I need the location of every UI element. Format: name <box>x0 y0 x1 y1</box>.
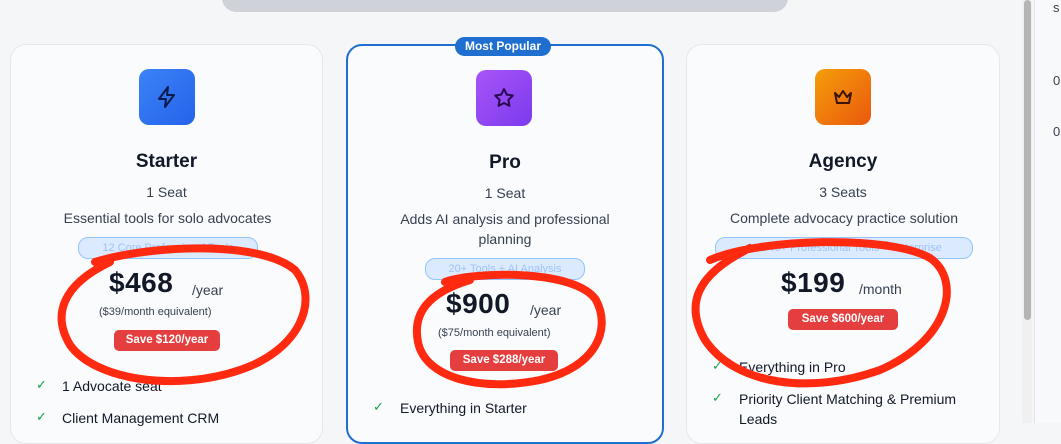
plan-description-line-1: Adds AI analysis and professional <box>400 211 610 227</box>
save-badge: Save $120/year <box>114 330 220 351</box>
crown-icon <box>815 69 871 125</box>
plan-period: /year <box>530 302 562 318</box>
tools-pill: 20+ Tools + AI Analysis <box>425 258 585 280</box>
tools-pill: ALL 40+ Professional Tools + Enterprise <box>715 237 973 259</box>
plan-equivalent: ($39/month equivalent) <box>99 306 212 318</box>
feature-item: 1 Advocate seat <box>62 378 162 394</box>
side-panel-value: 0 <box>1053 73 1061 88</box>
save-badge: Save $288/year <box>450 350 558 371</box>
check-icon: ✓ <box>712 358 723 373</box>
plan-card-starter: Starter 1 Seat Essential tools for solo … <box>10 44 323 444</box>
side-panel-header: s <box>1053 0 1060 15</box>
feature-item: Priority Client Matching & Premium <box>739 391 957 407</box>
side-panel: s 0 0 <box>1034 0 1061 423</box>
tools-pill: 12 Core Professional Tools <box>78 237 258 259</box>
check-icon: ✓ <box>36 377 47 392</box>
plan-description: Essential tools for solo advocates <box>63 210 272 226</box>
plan-price: $900 <box>446 288 511 319</box>
plan-equivalent: ($75/month equivalent) <box>438 327 551 339</box>
plan-title: Agency <box>808 151 878 172</box>
plan-title: Starter <box>135 151 198 172</box>
feature-item: Client Management CRM <box>62 410 220 426</box>
save-badge: Save $600/year <box>788 309 898 330</box>
top-toggle-bar <box>222 0 788 12</box>
check-icon: ✓ <box>712 390 723 405</box>
star-icon <box>476 70 532 126</box>
plan-seats: 3 Seats <box>819 184 867 200</box>
scrollbar-thumb[interactable] <box>1024 0 1031 320</box>
plan-card-pro: Pro 1 Seat Adds AI analysis and professi… <box>346 44 664 444</box>
plan-period: /year <box>192 282 224 298</box>
plan-seats: 1 Seat <box>484 185 526 201</box>
feature-item: Everything in Pro <box>739 359 846 375</box>
feature-item-continued: Leads <box>739 411 778 427</box>
plan-price: $468 <box>109 267 174 298</box>
side-panel-value: 0 <box>1053 124 1061 139</box>
plan-card-agency: Agency 3 Seats Complete advocacy practic… <box>686 44 1000 444</box>
check-icon: ✓ <box>373 399 384 414</box>
plan-price: $199 <box>781 267 846 298</box>
plan-period: /month <box>859 281 902 297</box>
plan-seats: 1 Seat <box>146 184 187 200</box>
plan-description-line-2: planning <box>478 231 532 247</box>
most-popular-badge: Most Popular <box>455 37 551 56</box>
feature-item: Everything in Starter <box>400 400 527 416</box>
lightning-icon <box>139 69 195 125</box>
plan-title: Pro <box>489 152 521 173</box>
plan-description: Complete advocacy practice solution <box>729 210 958 226</box>
